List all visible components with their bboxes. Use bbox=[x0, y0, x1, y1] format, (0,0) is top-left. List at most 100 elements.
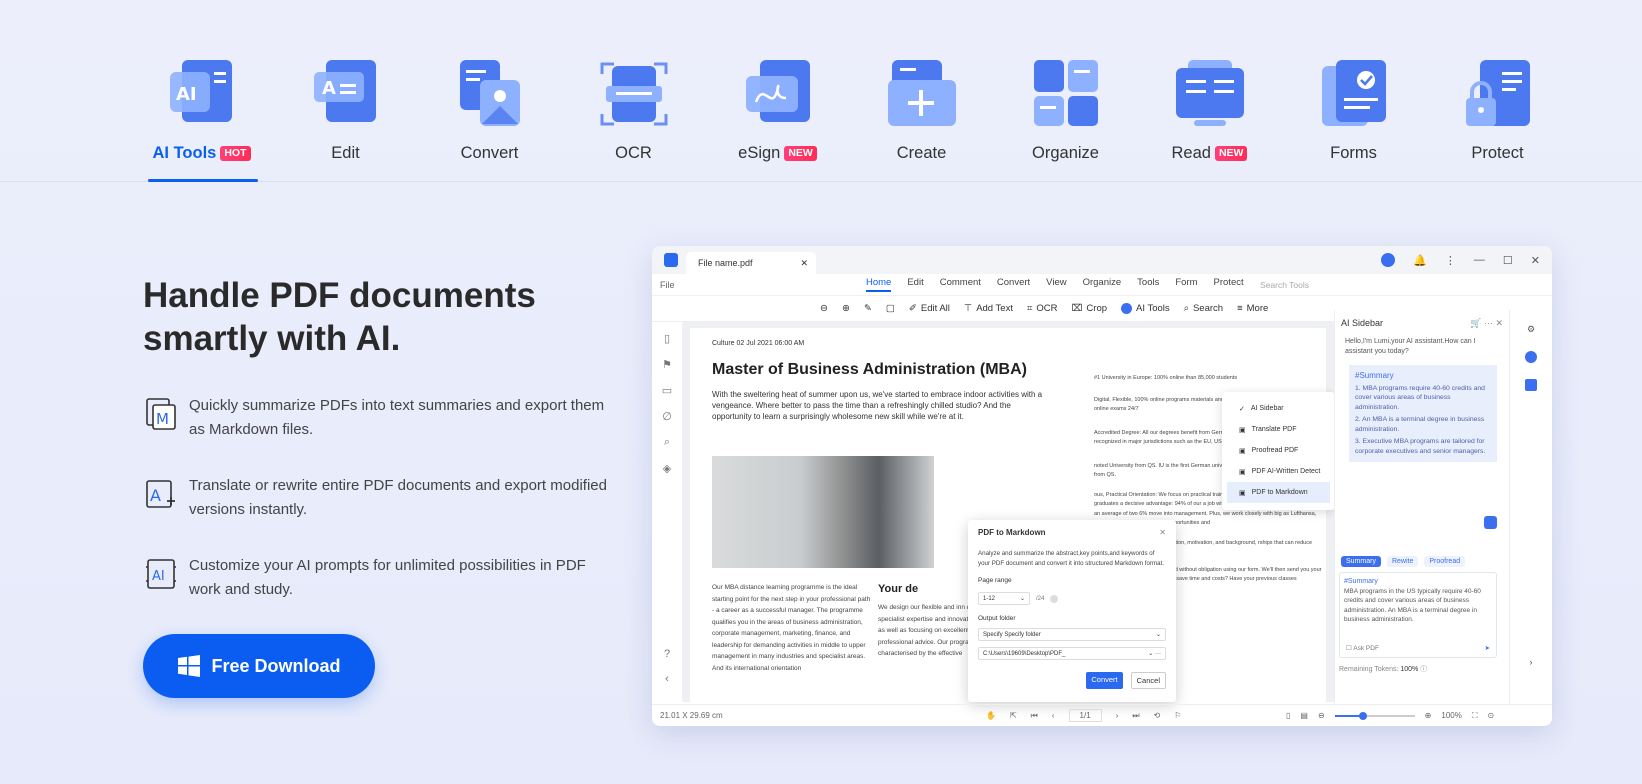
shape-icon[interactable]: ▢ bbox=[886, 303, 895, 314]
page-layout-icon[interactable]: ▤ bbox=[1300, 711, 1308, 720]
tab-ocr[interactable]: OCR bbox=[562, 58, 705, 163]
ocr-button[interactable]: ⌗ OCR bbox=[1027, 303, 1057, 314]
cart-icon[interactable]: 🛒 bbox=[1470, 318, 1481, 328]
settings-sliders-icon[interactable]: ⚙ bbox=[1527, 324, 1535, 335]
folder-path-input[interactable]: C:\Users\19609\Desktop\PDF_ ⌄ ··· bbox=[978, 647, 1166, 660]
menu-home[interactable]: Home bbox=[866, 277, 892, 292]
copy-icon[interactable] bbox=[1484, 516, 1497, 529]
zoom-in-icon[interactable]: ⊕ bbox=[1425, 711, 1432, 720]
send-icon[interactable]: ➤ bbox=[1485, 644, 1490, 654]
cancel-button[interactable]: Cancel bbox=[1130, 672, 1166, 689]
menu-edit[interactable]: Edit bbox=[907, 277, 923, 292]
free-download-button[interactable]: Free Download bbox=[143, 634, 375, 698]
next-page-icon[interactable]: › bbox=[1116, 711, 1119, 720]
zoom-slider[interactable] bbox=[1334, 711, 1415, 720]
last-page-icon[interactable]: ⏭ bbox=[1132, 711, 1139, 721]
panel-close-icon[interactable]: ✕ bbox=[1495, 318, 1503, 328]
tab-organize[interactable]: Organize bbox=[994, 58, 1137, 163]
dialog-close-icon[interactable]: ✕ bbox=[1159, 528, 1166, 537]
bell-icon[interactable]: 🔔 bbox=[1413, 254, 1427, 267]
folder-option-select[interactable]: Specify Specify folder ⌄ bbox=[978, 628, 1166, 641]
layers-icon[interactable]: ◈ bbox=[663, 462, 671, 475]
hand-tool-icon[interactable]: ✋ bbox=[986, 711, 996, 720]
tab-read[interactable]: Read NEW bbox=[1138, 58, 1281, 163]
convert-button[interactable]: Convert bbox=[1086, 672, 1123, 689]
minimize-icon[interactable]: — bbox=[1474, 254, 1485, 266]
rotate-icon[interactable]: ⟲ bbox=[1154, 711, 1161, 720]
browse-icon[interactable]: ⌄ ··· bbox=[1148, 650, 1161, 657]
menu-form[interactable]: Form bbox=[1175, 277, 1197, 292]
menu-comment[interactable]: Comment bbox=[940, 277, 981, 292]
ai-input-box[interactable]: #Summary MBA programs in the US typicall… bbox=[1339, 572, 1497, 658]
more-circle-icon[interactable]: ⊙ bbox=[1487, 711, 1494, 720]
search-tools-input[interactable]: Search Tools bbox=[1260, 280, 1309, 290]
help-icon[interactable]: ⓘ bbox=[1420, 666, 1427, 673]
menu-view[interactable]: View bbox=[1046, 277, 1066, 292]
search-icon[interactable]: ⌕ bbox=[664, 436, 670, 449]
bookmark-page-icon[interactable]: ⚐ bbox=[1174, 711, 1181, 720]
zoom-level[interactable]: 100% bbox=[1441, 711, 1461, 720]
select-tool-icon[interactable]: ⇱ bbox=[1010, 711, 1017, 720]
close-icon[interactable]: ✕ bbox=[1531, 254, 1540, 267]
menu-convert[interactable]: Convert bbox=[997, 277, 1030, 292]
first-page-icon[interactable]: ⏮ bbox=[1031, 711, 1038, 721]
prev-page-icon[interactable]: ‹ bbox=[1052, 711, 1055, 720]
crop-button[interactable]: ⌧ Crop bbox=[1071, 303, 1107, 314]
maximize-icon[interactable]: ☐ bbox=[1503, 254, 1513, 267]
page-size: 21.01 X 29.69 cm bbox=[660, 711, 723, 720]
tab-edit[interactable]: A Edit bbox=[274, 58, 417, 163]
zoom-out-icon[interactable]: ⊖ bbox=[820, 303, 828, 314]
attachment-icon[interactable]: ∅ bbox=[662, 410, 672, 423]
menu-protect[interactable]: Protect bbox=[1214, 277, 1244, 292]
edit-all-button[interactable]: ✐ Edit All bbox=[909, 303, 950, 314]
highlight-icon[interactable]: ✎ bbox=[864, 303, 872, 314]
page-number-input[interactable]: 1/1 bbox=[1068, 709, 1102, 722]
chip-summary[interactable]: Summary bbox=[1341, 556, 1381, 567]
chip-rewrite[interactable]: Rewite bbox=[1386, 556, 1419, 567]
menu-item-pdf-to-markdown[interactable]: ▣ PDF to Markdown bbox=[1227, 482, 1330, 503]
fit-page-icon[interactable]: ▯ bbox=[1286, 711, 1290, 720]
tab-convert[interactable]: Convert bbox=[418, 58, 561, 163]
page-range-select[interactable]: 1-12 ⌄ bbox=[978, 592, 1030, 605]
menu-item-ai-sidebar[interactable]: ✓ AI Sidebar bbox=[1227, 398, 1330, 419]
input-tag: #Summary bbox=[1344, 578, 1378, 585]
check-icon: ✓ bbox=[1239, 405, 1245, 413]
add-text-button[interactable]: ⊤ Add Text bbox=[964, 303, 1013, 314]
close-tab-icon[interactable]: ✕ bbox=[800, 258, 808, 269]
comment-icon[interactable]: ▭ bbox=[662, 384, 672, 397]
more-horizontal-icon[interactable]: ··· bbox=[1484, 318, 1493, 328]
menu-item-proofread[interactable]: ▣ Proofread PDF bbox=[1227, 440, 1330, 461]
convert-icon bbox=[459, 60, 520, 126]
page-thumbnail-icon[interactable]: ▯ bbox=[664, 332, 670, 345]
ai-tools-button[interactable]: AI Tools bbox=[1121, 303, 1170, 314]
chip-proofread[interactable]: Proofread bbox=[1424, 556, 1466, 567]
more-vertical-icon[interactable]: ⋮ bbox=[1445, 254, 1456, 267]
tab-esign[interactable]: eSign NEW bbox=[706, 58, 849, 163]
checkbox[interactable]: ☐ bbox=[1346, 645, 1352, 652]
zoom-in-icon[interactable]: ⊕ bbox=[842, 303, 850, 314]
file-tab[interactable]: File name.pdf ✕ bbox=[686, 252, 816, 274]
tab-create[interactable]: Create bbox=[850, 58, 993, 163]
avatar[interactable] bbox=[1381, 253, 1396, 267]
collapse-icon[interactable]: ‹ bbox=[665, 673, 669, 685]
summary-box: #Summary 1. MBA programs require 40-60 c… bbox=[1349, 365, 1497, 462]
zoom-slider-knob[interactable] bbox=[1358, 711, 1367, 720]
file-menu[interactable]: File bbox=[660, 280, 675, 290]
ai-assistant-icon[interactable] bbox=[1525, 351, 1537, 363]
more-button[interactable]: ≡ More bbox=[1237, 303, 1268, 314]
translate-side-icon[interactable] bbox=[1525, 379, 1537, 391]
bookmark-icon[interactable]: ⚑ bbox=[662, 358, 672, 371]
fullscreen-icon[interactable]: ⛶ bbox=[1472, 711, 1478, 721]
menu-item-ai-detect[interactable]: ▣ PDF AI-Written Detect bbox=[1227, 461, 1330, 482]
menu-item-translate[interactable]: ▣ Translate PDF bbox=[1227, 419, 1330, 440]
tab-protect[interactable]: Protect bbox=[1426, 58, 1569, 163]
menu-tools[interactable]: Tools bbox=[1137, 277, 1159, 292]
menu-organize[interactable]: Organize bbox=[1083, 277, 1122, 292]
zoom-out-icon[interactable]: ⊖ bbox=[1318, 711, 1325, 720]
help-icon[interactable]: ? bbox=[664, 648, 670, 660]
expand-icon[interactable]: › bbox=[1530, 657, 1533, 667]
folder-path-value: C:\Users\19609\Desktop\PDF_ bbox=[983, 650, 1066, 657]
tab-forms[interactable]: Forms bbox=[1282, 58, 1425, 163]
search-button[interactable]: ⌕ Search bbox=[1184, 303, 1223, 314]
tab-ai-tools[interactable]: AI AI Tools HOT bbox=[130, 58, 273, 163]
